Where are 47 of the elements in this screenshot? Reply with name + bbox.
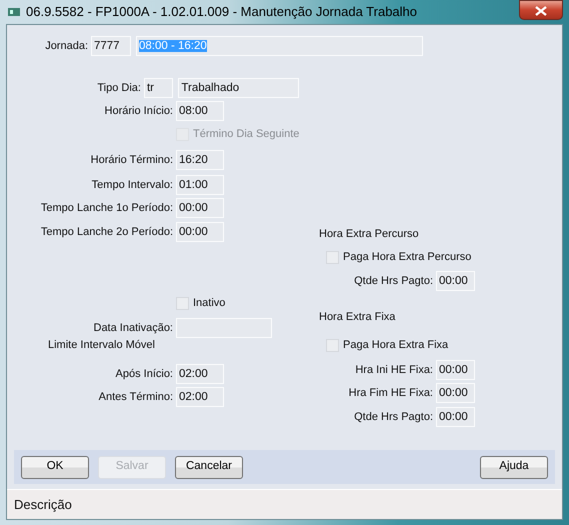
time-field[interactable]: 02:00: [176, 364, 224, 384]
time-field[interactable]: 16:20: [176, 150, 224, 170]
checkbox-label: Término Dia Seguinte: [193, 126, 300, 142]
section-label: Hora Extra Fixa: [318, 310, 396, 325]
time-field[interactable]: 02:00: [176, 387, 224, 407]
time-field[interactable]: 00:00: [176, 198, 224, 218]
checkbox[interactable]: [176, 296, 189, 310]
field-label: Jornada:: [44, 38, 89, 54]
field-label: Antes Término:: [98, 390, 174, 405]
window-title: 06.9.5582 - FP1000A - 1.02.01.009 - Manutenção Jornada Trabalho: [26, 3, 417, 22]
code-field[interactable]: 7777: [91, 36, 131, 56]
checkbox-label: Paga Hora Extra Percurso: [343, 250, 472, 265]
time-field[interactable]: 00:00: [436, 383, 475, 403]
time-field[interactable]: 00:00: [436, 360, 475, 380]
time-field[interactable]: 01:00: [176, 175, 224, 195]
field-label: Após Início:: [114, 366, 174, 382]
checkbox-label: Paga Hora Extra Fixa: [343, 338, 448, 353]
section-label: Hora Extra Percurso: [318, 226, 419, 242]
checkbox[interactable]: [326, 338, 339, 352]
field-label: Horário Início:: [104, 104, 174, 119]
field-label: Horário Término:: [90, 152, 174, 168]
field-label: Tempo Lanche 2o Período:: [40, 224, 174, 240]
field-label: Hra Fim HE Fixa:: [348, 386, 434, 401]
checkbox[interactable]: [326, 250, 339, 264]
field-label: Hra Ini HE Fixa:: [354, 362, 434, 378]
time-field[interactable]: 00:00: [436, 271, 475, 291]
time-field[interactable]: 00:00: [176, 222, 224, 242]
section-label: Limite Intervalo Móvel: [47, 338, 155, 353]
description-field[interactable]: Trabalhado: [178, 78, 299, 98]
button[interactable]: Ajuda: [480, 456, 548, 478]
checkbox-label: Inativo: [193, 296, 226, 311]
field-label: Qtde Hrs Pagto:: [353, 410, 434, 425]
field-label: Tipo Dia:: [96, 80, 142, 96]
close-button[interactable]: [519, 0, 563, 20]
button[interactable]: Cancelar: [175, 456, 243, 478]
time-field[interactable]: 08:00: [176, 101, 224, 121]
field-label: Qtde Hrs Pagto:: [353, 274, 434, 289]
date-field[interactable]: [176, 318, 272, 338]
field-label: Data Inativação:: [92, 320, 174, 336]
code-field[interactable]: tr: [144, 78, 174, 98]
close-icon: [535, 6, 547, 16]
field-label: Tempo Intervalo:: [90, 178, 174, 193]
window-icon: [8, 7, 20, 17]
status-text: Descrição: [14, 496, 72, 514]
button[interactable]: OK: [21, 456, 89, 478]
time-field[interactable]: 00:00: [436, 407, 475, 427]
field-label: Tempo Lanche 1o Período:: [40, 200, 174, 216]
